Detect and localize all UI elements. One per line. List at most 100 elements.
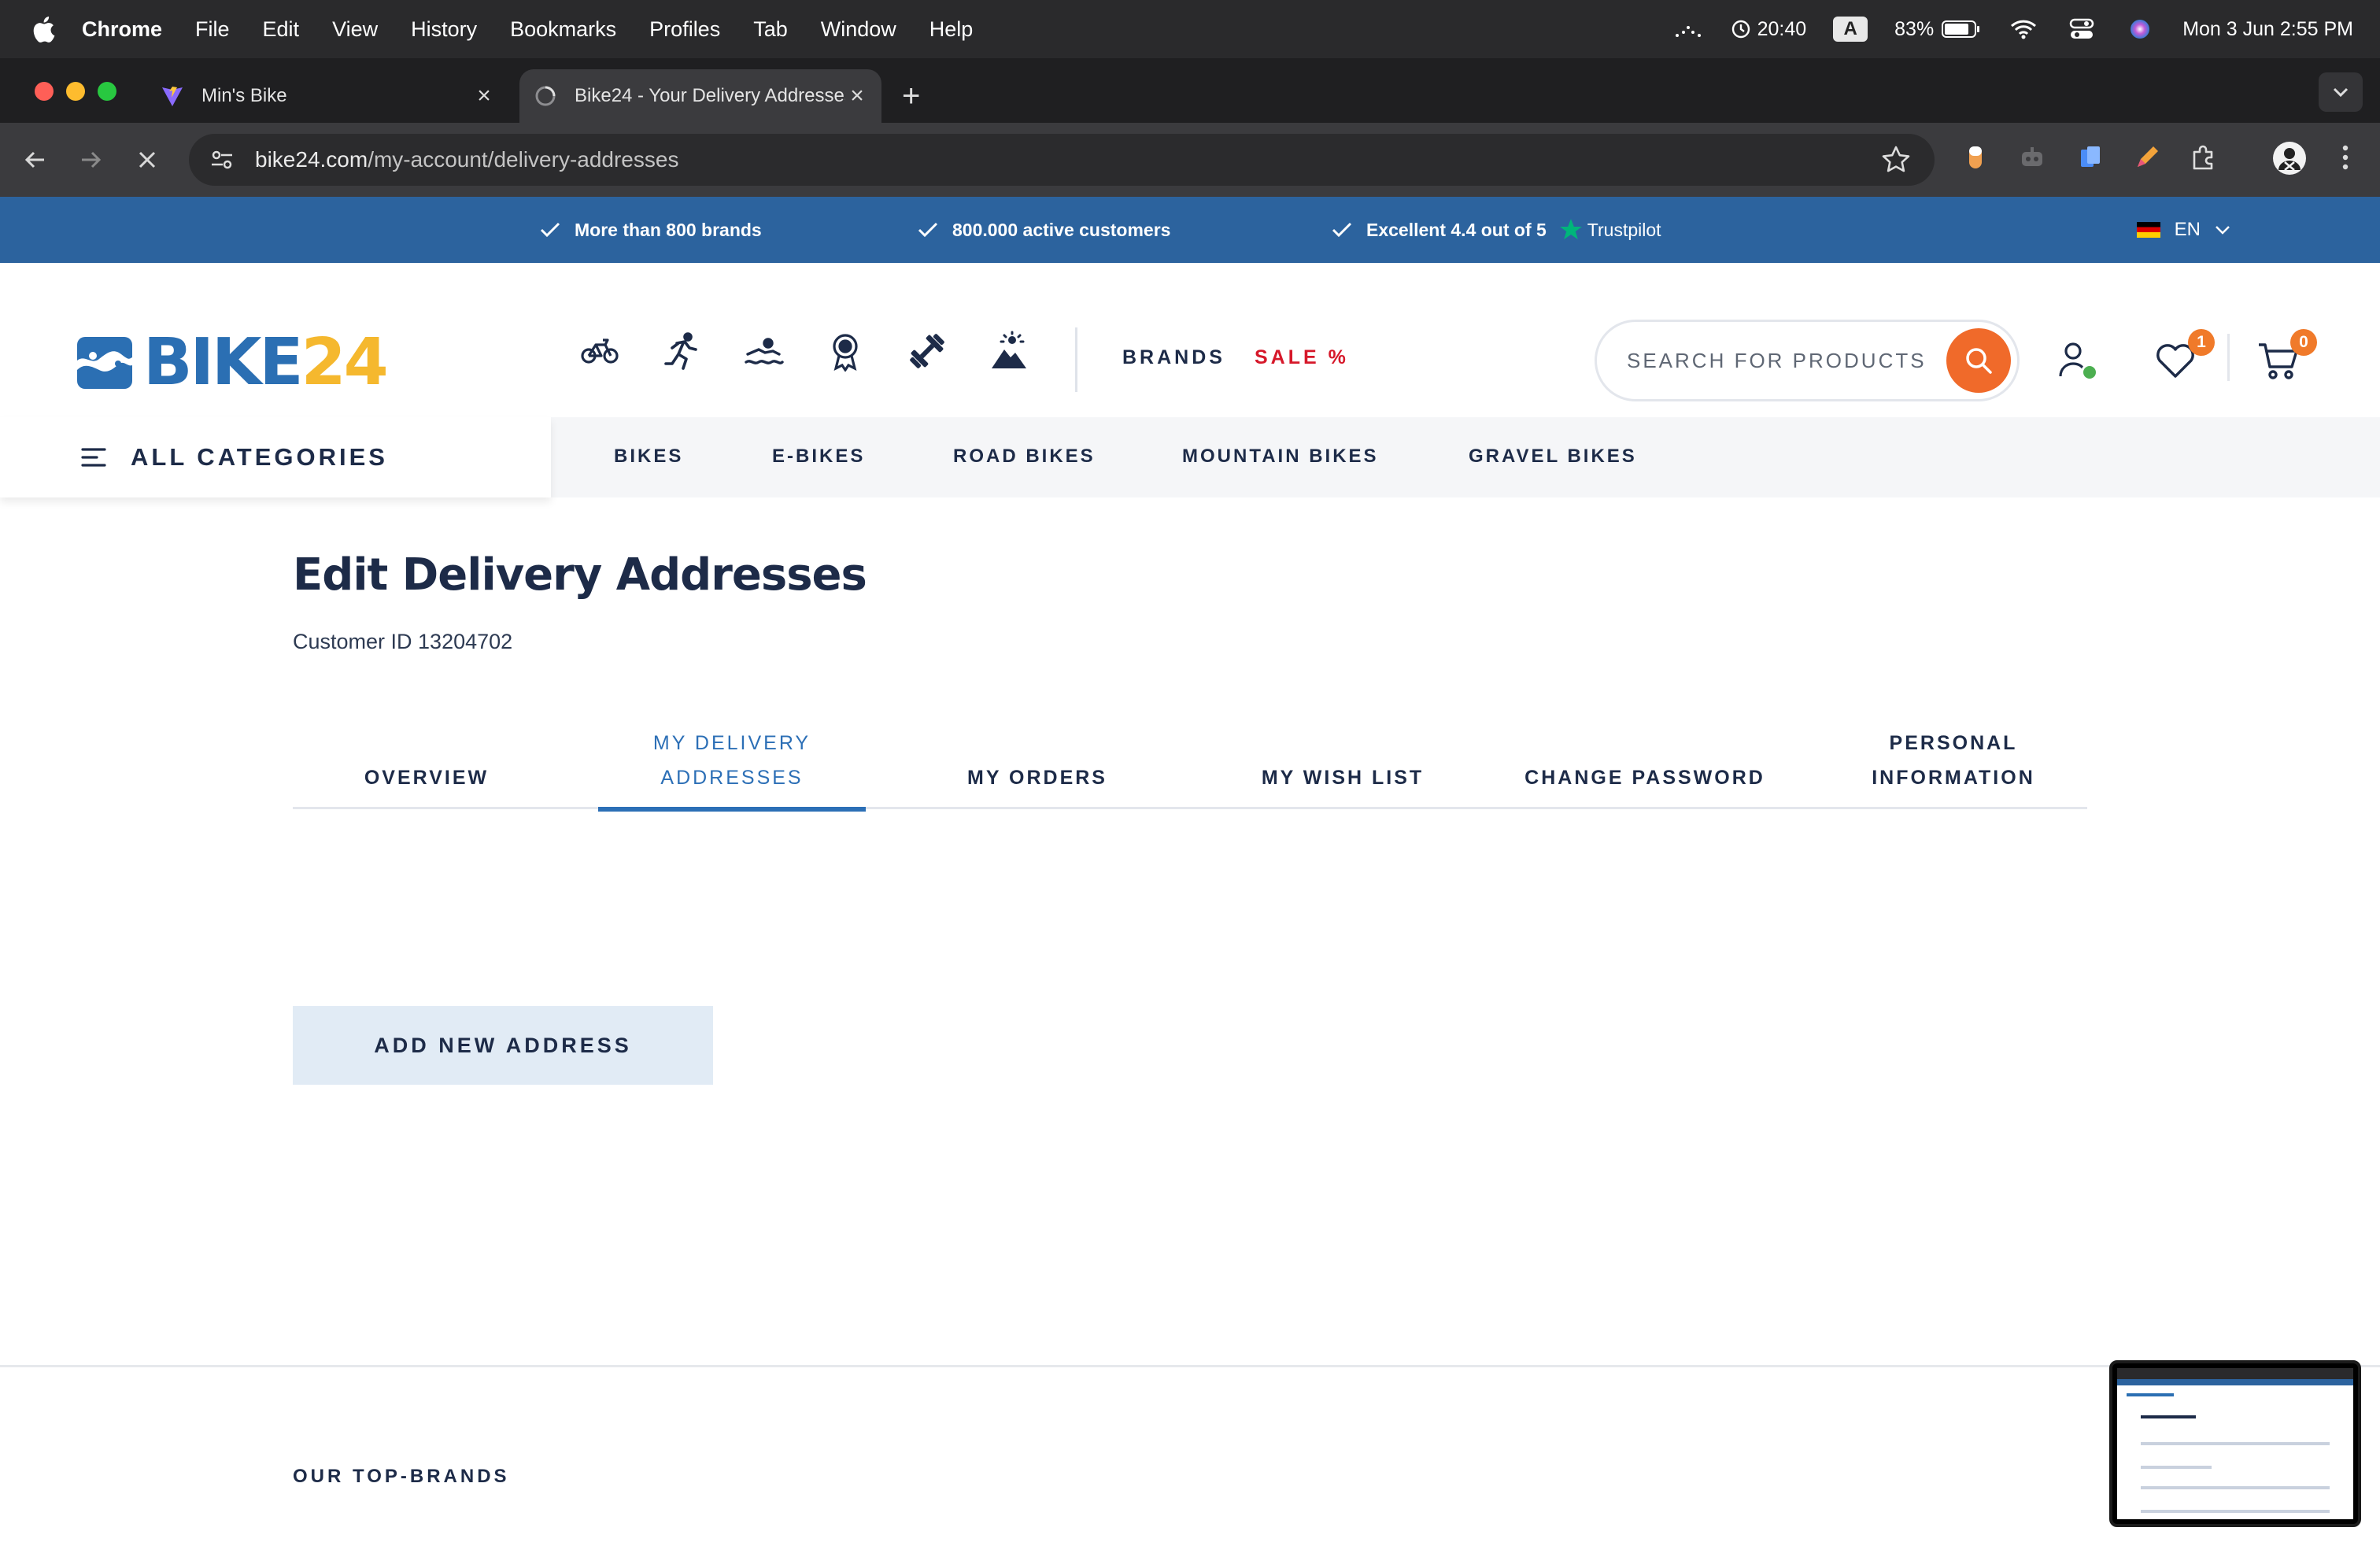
hamburger-menu-icon [81,448,106,467]
tab-change-password[interactable]: CHANGE PASSWORD [1511,716,1779,809]
address-bar[interactable]: bike24.com/my-account/delivery-addresses [189,134,1935,186]
wifi-icon[interactable] [2008,17,2039,42]
brands-link[interactable]: BRANDS [1122,346,1225,369]
stop-loading-icon[interactable] [128,140,167,179]
trust-item-rating[interactable]: Excellent 4.4 out of 5 Trustpilot [1330,197,1661,263]
swimming-icon[interactable] [743,331,784,372]
window-close-button[interactable] [35,82,54,101]
bike24-logo[interactable]: BIKE24 [77,331,389,395]
tab-title: Bike24 - Your Delivery Addresses [575,85,845,106]
site-header: BIKE24 BRANDS SALE % 1 0 [0,263,2380,417]
language-selector[interactable]: EN [2136,197,2230,263]
all-categories-button[interactable]: ALL CATEGORIES [0,417,551,497]
nav-link-gravel-bikes[interactable]: GRAVEL BIKES [1469,446,1637,468]
menu-help[interactable]: Help [929,17,974,42]
nav-link-road-bikes[interactable]: ROAD BIKES [953,446,1096,468]
trustpilot-logo: Trustpilot [1559,218,1661,242]
fitness-dumbbell-icon[interactable] [907,331,948,372]
checkmark-icon [1332,222,1352,238]
url-host: bike24.com [255,147,368,172]
menu-history[interactable]: History [411,17,477,42]
vite-favicon-icon [162,87,183,106]
language-code: EN [2174,219,2201,240]
back-arrow-icon[interactable] [16,140,55,179]
nav-link-e-bikes[interactable]: E-BIKES [772,446,865,468]
battery-status[interactable]: 83% [1894,18,1981,41]
bookmark-star-icon[interactable] [1881,145,1911,175]
menu-view[interactable]: View [332,17,378,42]
chrome-menu-icon[interactable] [2330,142,2361,173]
nav-link-mountain-bikes[interactable]: MOUNTAIN BIKES [1182,446,1379,468]
tab-my-delivery-addresses[interactable]: MY DELIVERY ADDRESSES [598,716,866,812]
menu-app-name[interactable]: Chrome [82,17,162,42]
menu-profiles[interactable]: Profiles [649,17,720,42]
extensions-puzzle-icon[interactable] [2188,142,2219,173]
tab-label: OVERVIEW [364,767,490,789]
nav-link-bikes[interactable]: BIKES [614,446,683,468]
category-icon-bar [579,331,1029,372]
menu-file[interactable]: File [195,17,230,42]
bike-icon[interactable] [579,331,620,372]
input-source-icon[interactable]: A [1833,17,1868,42]
extension-robot-icon[interactable] [2016,142,2048,173]
timer-text: 20:40 [1757,17,1807,40]
apple-logo-icon[interactable] [31,15,55,43]
menubar-clock[interactable]: Mon 3 Jun 2:55 PM [2182,18,2353,41]
trust-item-brands: More than 800 brands [538,197,762,263]
profile-avatar[interactable] [2271,140,2308,176]
new-tab-button[interactable]: + [902,80,920,112]
trust-item-customers: 800.000 active customers [916,197,1170,263]
bike24-logo-mark-icon [77,337,132,389]
trust-item-text: 800.000 active customers [952,219,1171,240]
sale-link[interactable]: SALE % [1255,346,1349,369]
browser-tab-mins-bike[interactable]: Min's Bike × [146,69,508,123]
site-settings-icon[interactable] [206,144,238,176]
running-icon[interactable] [661,331,702,372]
extension-orange-icon[interactable] [1960,142,1991,173]
profile-avatar-icon [2273,142,2306,175]
tab-personal-information[interactable]: PERSONAL INFORMATION [1820,716,2087,809]
thumbnail-image [2117,1368,2353,1519]
header-icon-separator [2227,334,2230,381]
tab-search-icon[interactable] [2319,72,2363,112]
loading-favicon-icon [535,86,556,106]
browser-tab-bike24[interactable]: Bike24 - Your Delivery Addresses × [519,69,881,123]
control-center-icon[interactable] [2066,17,2097,42]
window-zoom-button[interactable] [98,82,116,101]
search-box [1595,320,2020,401]
tab-overview[interactable]: OVERVIEW [293,716,560,809]
tab-my-wish-list[interactable]: MY WISH LIST [1209,716,1476,809]
triathlon-medal-icon[interactable] [825,331,866,372]
tab-close-icon[interactable]: × [845,83,869,109]
screenshot-thumbnail-preview[interactable] [2109,1360,2361,1527]
outdoor-mountain-icon[interactable] [989,331,1029,372]
menu-edit[interactable]: Edit [263,17,300,42]
trust-item-text: Excellent 4.4 out of 5 [1366,219,1547,240]
tab-close-icon[interactable]: × [472,83,496,109]
extension-pen-icon[interactable] [2131,142,2163,173]
search-icon [1966,348,1992,374]
siri-icon[interactable] [2124,17,2156,42]
tab-label: PERSONAL INFORMATION [1872,732,2035,789]
logo-text-bike: BIKE [143,325,304,400]
tab-my-orders[interactable]: MY ORDERS [904,716,1171,809]
forward-arrow-icon[interactable] [71,140,110,179]
thumbnail-line [2141,1415,2196,1418]
thumbnail-line [2127,1393,2174,1396]
all-categories-label: ALL CATEGORIES [131,443,388,471]
timer-status[interactable]: 20:40 [1731,17,1807,41]
search-button[interactable] [1946,328,2011,393]
battery-icon [1942,20,1980,38]
window-minimize-button[interactable] [66,82,85,101]
account-tabs: OVERVIEW MY DELIVERY ADDRESSES MY ORDERS… [293,716,2087,812]
search-input[interactable] [1627,348,1942,373]
page-title: Edit Delivery Addresses [293,549,867,601]
dictation-icon[interactable] [1672,17,1704,42]
menu-tab[interactable]: Tab [753,17,788,42]
menu-bookmarks[interactable]: Bookmarks [510,17,616,42]
menu-window[interactable]: Window [821,17,896,42]
add-new-address-button[interactable]: ADD NEW ADDRESS [293,1006,713,1085]
extension-docs-icon[interactable] [2075,142,2106,173]
thumbnail-line [2141,1442,2330,1445]
thumbnail-line [2141,1510,2330,1513]
